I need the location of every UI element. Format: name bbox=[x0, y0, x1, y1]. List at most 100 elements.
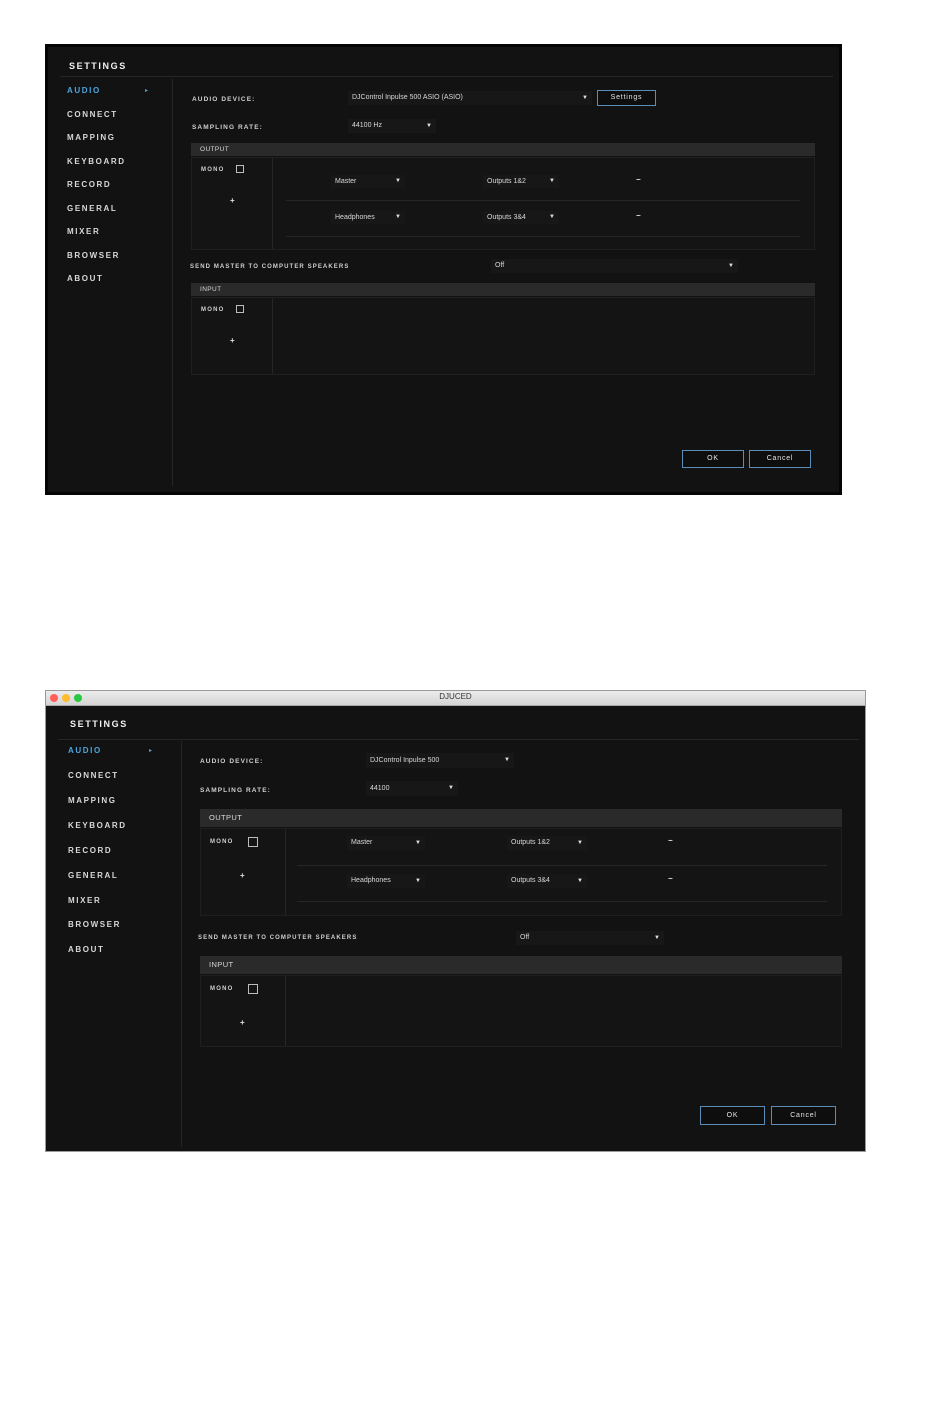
sidebar-item-mixer[interactable]: MIXER bbox=[68, 896, 101, 905]
audio-device-label: AUDIO DEVICE: bbox=[192, 96, 256, 103]
output-section-header: OUTPUT bbox=[191, 143, 815, 156]
remove-output-icon[interactable]: − bbox=[636, 175, 641, 184]
remove-output-icon[interactable]: − bbox=[636, 211, 641, 220]
divider bbox=[286, 200, 800, 201]
sidebar-item-mapping[interactable]: MAPPING bbox=[68, 796, 117, 805]
divider bbox=[58, 739, 859, 740]
settings-heading: SETTINGS bbox=[69, 61, 127, 71]
ok-button[interactable]: OK bbox=[700, 1106, 765, 1125]
sidebar-item-record[interactable]: RECORD bbox=[67, 180, 111, 189]
output-channel-dropdown[interactable]: Master ▼ bbox=[331, 175, 405, 188]
divider bbox=[272, 298, 273, 374]
sampling-rate-label: SAMPLING RATE: bbox=[192, 124, 263, 131]
divider bbox=[297, 901, 827, 902]
sampling-rate-label: SAMPLING RATE: bbox=[200, 787, 271, 794]
divider bbox=[285, 976, 286, 1046]
device-settings-button[interactable]: Settings bbox=[597, 90, 656, 106]
input-mono-label: MONO bbox=[210, 986, 234, 992]
output-header-label: OUTPUT bbox=[209, 813, 243, 822]
output-channel-value: Headphones bbox=[351, 877, 391, 884]
sidebar-item-browser[interactable]: BROWSER bbox=[67, 251, 120, 260]
divider bbox=[272, 158, 273, 249]
output-route-value: Outputs 3&4 bbox=[487, 214, 526, 221]
chevron-down-icon: ▼ bbox=[577, 878, 583, 884]
audio-device-dropdown[interactable]: DJControl Inpulse 500 ASIO (ASIO) ▼ bbox=[348, 91, 592, 105]
output-header-label: OUTPUT bbox=[200, 146, 230, 153]
chevron-down-icon: ▼ bbox=[549, 214, 555, 220]
chevron-down-icon: ▼ bbox=[504, 757, 510, 763]
add-output-icon[interactable]: + bbox=[240, 871, 245, 880]
settings-heading: SETTINGS bbox=[70, 719, 128, 729]
sidebar-item-keyboard[interactable]: KEYBOARD bbox=[67, 157, 126, 166]
sampling-rate-dropdown[interactable]: 44100 Hz ▼ bbox=[348, 119, 436, 133]
output-route-dropdown[interactable]: Outputs 1&2 ▼ bbox=[483, 175, 559, 188]
output-mono-label: MONO bbox=[201, 167, 225, 173]
output-route-dropdown[interactable]: Outputs 1&2 ▼ bbox=[507, 836, 587, 850]
output-route-dropdown[interactable]: Outputs 3&4 ▼ bbox=[483, 211, 559, 224]
cancel-button[interactable]: Cancel bbox=[771, 1106, 836, 1125]
output-mono-label: MONO bbox=[210, 839, 234, 845]
output-route-dropdown[interactable]: Outputs 3&4 ▼ bbox=[507, 874, 587, 888]
sidebar-item-record[interactable]: RECORD bbox=[68, 846, 112, 855]
send-master-dropdown[interactable]: Off ▼ bbox=[491, 259, 738, 273]
sidebar-item-audio[interactable]: AUDIO bbox=[68, 746, 102, 755]
send-master-value: Off bbox=[495, 262, 505, 269]
output-mono-checkbox[interactable] bbox=[236, 165, 244, 173]
sidebar-item-keyboard[interactable]: KEYBOARD bbox=[68, 821, 127, 830]
divider bbox=[285, 829, 286, 915]
sidebar-item-mixer[interactable]: MIXER bbox=[67, 227, 100, 236]
sidebar-item-about[interactable]: ABOUT bbox=[68, 945, 104, 954]
sidebar-item-connect[interactable]: CONNECT bbox=[68, 771, 119, 780]
input-header-label: INPUT bbox=[200, 286, 222, 293]
chevron-down-icon: ▼ bbox=[577, 840, 583, 846]
send-master-dropdown[interactable]: Off ▼ bbox=[516, 931, 664, 945]
chevron-down-icon: ▼ bbox=[426, 123, 432, 129]
input-panel: MONO + bbox=[200, 975, 842, 1047]
add-output-icon[interactable]: + bbox=[230, 196, 235, 205]
cancel-button[interactable]: Cancel bbox=[749, 450, 811, 468]
add-input-icon[interactable]: + bbox=[230, 336, 235, 345]
sidebar-item-general[interactable]: GENERAL bbox=[68, 871, 118, 880]
output-channel-value: Master bbox=[335, 178, 357, 185]
output-channel-dropdown[interactable]: Headphones ▼ bbox=[347, 874, 425, 888]
chevron-down-icon: ▼ bbox=[448, 785, 454, 791]
output-channel-dropdown[interactable]: Master ▼ bbox=[347, 836, 425, 850]
output-mono-checkbox[interactable] bbox=[248, 837, 258, 847]
add-input-icon[interactable]: + bbox=[240, 1018, 245, 1027]
input-section-header: INPUT bbox=[200, 956, 842, 974]
audio-device-value: DJControl Inpulse 500 ASIO (ASIO) bbox=[352, 94, 463, 101]
chevron-down-icon: ▼ bbox=[582, 95, 588, 101]
settings-window-mac: DJUCED SETTINGS AUDIO ▸ CONNECT MAPPING … bbox=[45, 690, 866, 1152]
sidebar-item-audio[interactable]: AUDIO bbox=[67, 86, 101, 95]
remove-output-icon[interactable]: − bbox=[668, 836, 673, 845]
input-header-label: INPUT bbox=[209, 960, 234, 969]
input-mono-checkbox[interactable] bbox=[248, 984, 258, 994]
sampling-rate-value: 44100 bbox=[370, 785, 390, 792]
chevron-down-icon: ▼ bbox=[415, 840, 421, 846]
divider bbox=[181, 741, 182, 1147]
audio-device-value: DJControl Inpulse 500 bbox=[370, 757, 440, 764]
sampling-rate-dropdown[interactable]: 44100 ▼ bbox=[366, 781, 458, 796]
sidebar-item-general[interactable]: GENERAL bbox=[67, 204, 117, 213]
divider bbox=[60, 76, 833, 77]
sidebar-item-mapping[interactable]: MAPPING bbox=[67, 133, 116, 142]
chevron-down-icon: ▼ bbox=[654, 935, 660, 941]
output-channel-value: Master bbox=[351, 839, 373, 846]
audio-device-dropdown[interactable]: DJControl Inpulse 500 ▼ bbox=[366, 753, 514, 768]
chevron-down-icon: ▼ bbox=[728, 263, 734, 269]
output-route-value: Outputs 3&4 bbox=[511, 877, 550, 884]
sidebar-item-browser[interactable]: BROWSER bbox=[68, 920, 121, 929]
divider bbox=[172, 79, 173, 486]
sidebar-item-about[interactable]: ABOUT bbox=[67, 274, 103, 283]
remove-output-icon[interactable]: − bbox=[668, 874, 673, 883]
input-panel: MONO + bbox=[191, 297, 815, 375]
sampling-rate-value: 44100 Hz bbox=[352, 122, 382, 129]
sidebar-item-connect[interactable]: CONNECT bbox=[67, 110, 118, 119]
settings-window-windows: SETTINGS AUDIO ▸ CONNECT MAPPING KEYBOAR… bbox=[45, 44, 842, 495]
chevron-down-icon: ▼ bbox=[415, 878, 421, 884]
chevron-down-icon: ▼ bbox=[549, 178, 555, 184]
active-arrow-icon: ▸ bbox=[149, 748, 153, 754]
ok-button[interactable]: OK bbox=[682, 450, 744, 468]
output-channel-dropdown[interactable]: Headphones ▼ bbox=[331, 211, 405, 224]
input-mono-checkbox[interactable] bbox=[236, 305, 244, 313]
